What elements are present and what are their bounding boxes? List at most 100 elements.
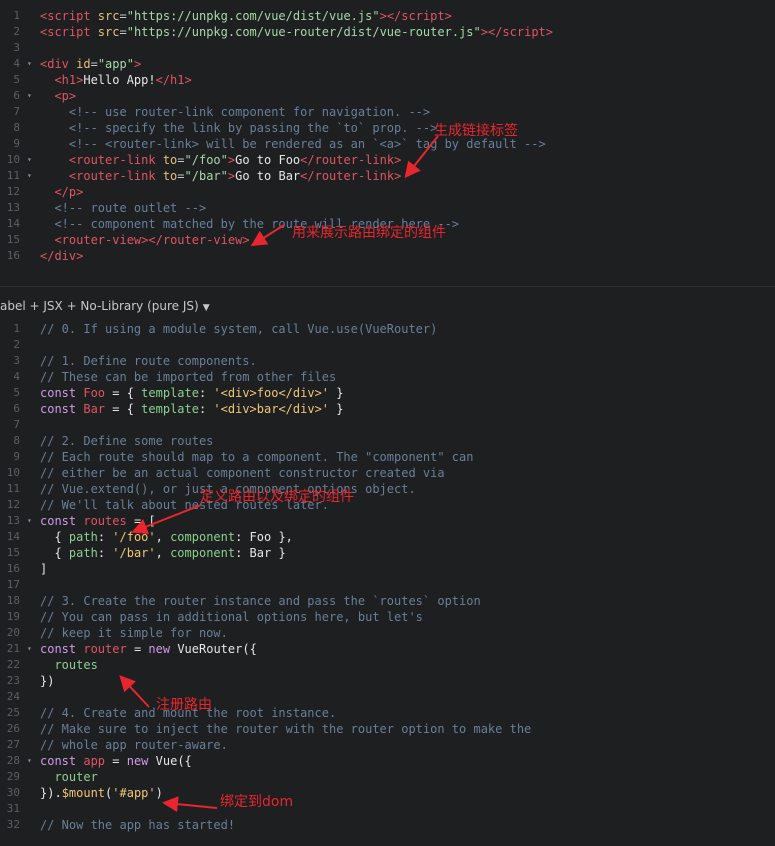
code-line[interactable]: 32 // Now the app has started! — [0, 817, 775, 833]
code-token: <script — [40, 25, 91, 39]
code-line[interactable]: 7 <!-- use router-link component for nav… — [0, 104, 775, 120]
line-number: 15 — [6, 233, 20, 246]
fold-toggle-icon[interactable]: ▾ — [27, 753, 32, 769]
code-line[interactable]: 12 </p> — [0, 184, 775, 200]
code-token: > — [379, 9, 387, 23]
code-text: // 3. Create the router instance and pas… — [40, 593, 481, 609]
code-line[interactable]: 19 // You can pass in additional options … — [0, 609, 775, 625]
code-token: // 1. Define route components. — [40, 354, 257, 368]
fold-toggle-icon[interactable]: ▾ — [27, 168, 32, 184]
code-line[interactable]: 1 <script src="https://unpkg.com/vue/dist… — [0, 8, 775, 24]
code-text: { path: '/bar', component: Bar } — [40, 545, 285, 561]
code-line[interactable]: 3 // 1. Define route components. — [0, 353, 775, 369]
code-line[interactable]: 20 // keep it simple for now. — [0, 625, 775, 641]
code-line[interactable]: 16 </div> — [0, 248, 775, 264]
code-line[interactable]: 4 ▾ <div id="app"> — [0, 56, 775, 72]
line-number: 27 — [6, 738, 20, 751]
code-line[interactable]: 27 // whole app router-aware. — [0, 737, 775, 753]
code-line[interactable]: 3 — [0, 40, 775, 56]
chevron-down-icon[interactable]: ▼ — [203, 303, 210, 313]
code-line[interactable]: 12// We'll talk about nested routes late… — [0, 497, 775, 513]
line-number: 4 — [13, 370, 20, 383]
code-line[interactable]: 31 — [0, 801, 775, 817]
code-text: const Foo = { template: '<div>foo</div>'… — [40, 385, 343, 401]
code-line[interactable]: 28 ▾ const app = new Vue({ — [0, 753, 775, 769]
fold-toggle-icon[interactable]: ▾ — [27, 152, 32, 168]
line-number: 3 — [13, 41, 20, 54]
code-line[interactable]: 23}) — [0, 673, 775, 689]
code-line[interactable]: 17 — [0, 577, 775, 593]
line-number: 7 — [13, 105, 20, 118]
code-token: <script — [40, 9, 91, 23]
code-line[interactable]: 29 router — [0, 769, 775, 785]
code-text: <router-view></router-view> — [40, 232, 249, 248]
line-number: 10 — [6, 153, 20, 166]
code-text: // These can be imported from other file… — [40, 369, 336, 385]
code-line[interactable]: 16] — [0, 561, 775, 577]
code-token: Vue({ — [148, 754, 192, 768]
code-text: // Now the app has started! — [40, 817, 235, 833]
code-line[interactable]: 26 // Make sure to inject the router with… — [0, 721, 775, 737]
code-line[interactable]: 8 // 2. Define some routes — [0, 433, 775, 449]
code-line[interactable]: 8 <!-- specify the link by passing the `… — [0, 120, 775, 136]
code-token: > — [444, 9, 452, 23]
code-line[interactable]: 2 — [0, 337, 775, 353]
code-line[interactable]: 13 <!-- route outlet --> — [0, 200, 775, 216]
code-line[interactable]: 5 <h1>Hello App!</h1> — [0, 72, 775, 88]
code-line[interactable]: 21 ▾ const router = new VueRouter({ — [0, 641, 775, 657]
code-text: router — [40, 769, 97, 785]
code-line[interactable]: 14 { path: '/foo', component: Foo }, — [0, 529, 775, 545]
code-line[interactable]: 2 <script src="https://unpkg.com/vue-rout… — [0, 24, 775, 40]
fold-toggle-icon[interactable]: ▾ — [27, 88, 32, 104]
code-line[interactable]: 4 // These can be imported from other fil… — [0, 369, 775, 385]
fold-toggle-icon[interactable]: ▾ — [27, 513, 32, 529]
code-line[interactable]: 22 routes — [0, 657, 775, 673]
code-line[interactable]: 18 // 3. Create the router instance and p… — [0, 593, 775, 609]
code-token: const — [40, 386, 77, 400]
code-text: { path: '/foo', component: Foo }, — [40, 529, 293, 545]
code-line[interactable]: 6 const Bar = { template: '<div>bar</div>… — [0, 401, 775, 417]
code-token: path — [68, 546, 98, 560]
code-token: : Foo }, — [235, 530, 293, 544]
code-line[interactable]: 25// 4. Create and mount the root instan… — [0, 705, 775, 721]
code-line[interactable]: 5 const Foo = { template: '<div>foo</div>… — [0, 385, 775, 401]
code-text: <router-link to="/bar" > Go to Bar</router… — [40, 168, 401, 184]
code-line[interactable]: 6 ▾ <p> — [0, 88, 775, 104]
code-text: <p> — [40, 88, 76, 104]
code-line[interactable]: 7 — [0, 417, 775, 433]
line-number: 8 — [13, 121, 20, 134]
line-number: 6 — [13, 402, 20, 415]
line-number: 21 — [6, 642, 20, 655]
code-token: = [ — [126, 514, 156, 528]
code-line[interactable]: 1 // 0. If using a module system, call Vu… — [0, 321, 775, 337]
js-language-selector[interactable]: abel + JSX + No-Library (pure JS) ▼ — [0, 296, 210, 316]
line-number: 11 — [6, 169, 20, 182]
annotation-route-view: 用来展示路由绑定的组件 — [292, 225, 446, 241]
code-token: to — [155, 153, 178, 167]
code-line[interactable]: 10 // either be an actual component const… — [0, 465, 775, 481]
code-token: > — [394, 153, 402, 167]
code-line[interactable]: 9 // Each route should map to a component… — [0, 449, 775, 465]
line-number: 9 — [13, 137, 20, 150]
code-line[interactable]: 30}).$mount('#app') — [0, 785, 775, 801]
code-text: ] — [40, 561, 47, 577]
code-token: path — [68, 530, 98, 544]
code-token: </script — [386, 9, 445, 23]
code-token: }). — [40, 786, 62, 800]
js-code-editor[interactable]: 1 // 0. If using a module system, call Vu… — [0, 321, 775, 833]
code-token: </router-link — [300, 153, 395, 167]
code-line[interactable]: 11 ▾ <router-link to="/bar" > Go to Bar</ro… — [0, 168, 775, 184]
fold-toggle-icon[interactable]: ▾ — [27, 641, 32, 657]
code-token: = { — [105, 386, 142, 400]
code-line[interactable]: 10 ▾ <router-link to="/foo" > Go to Foo</ro… — [0, 152, 775, 168]
code-token: ) — [155, 786, 163, 800]
fold-toggle-icon[interactable]: ▾ — [27, 56, 32, 72]
code-line[interactable]: 11// Vue.extend(), or just a component o… — [0, 481, 775, 497]
code-line[interactable]: 13 ▾ const routes = [ — [0, 513, 775, 529]
code-line[interactable]: 24 — [0, 689, 775, 705]
code-line[interactable]: 9 <!-- <router-link> will be rendered as… — [0, 136, 775, 152]
code-line[interactable]: 15 { path: '/bar', component: Bar } — [0, 545, 775, 561]
code-text: // 2. Define some routes — [40, 433, 213, 449]
code-token: Go to Bar — [235, 169, 301, 183]
